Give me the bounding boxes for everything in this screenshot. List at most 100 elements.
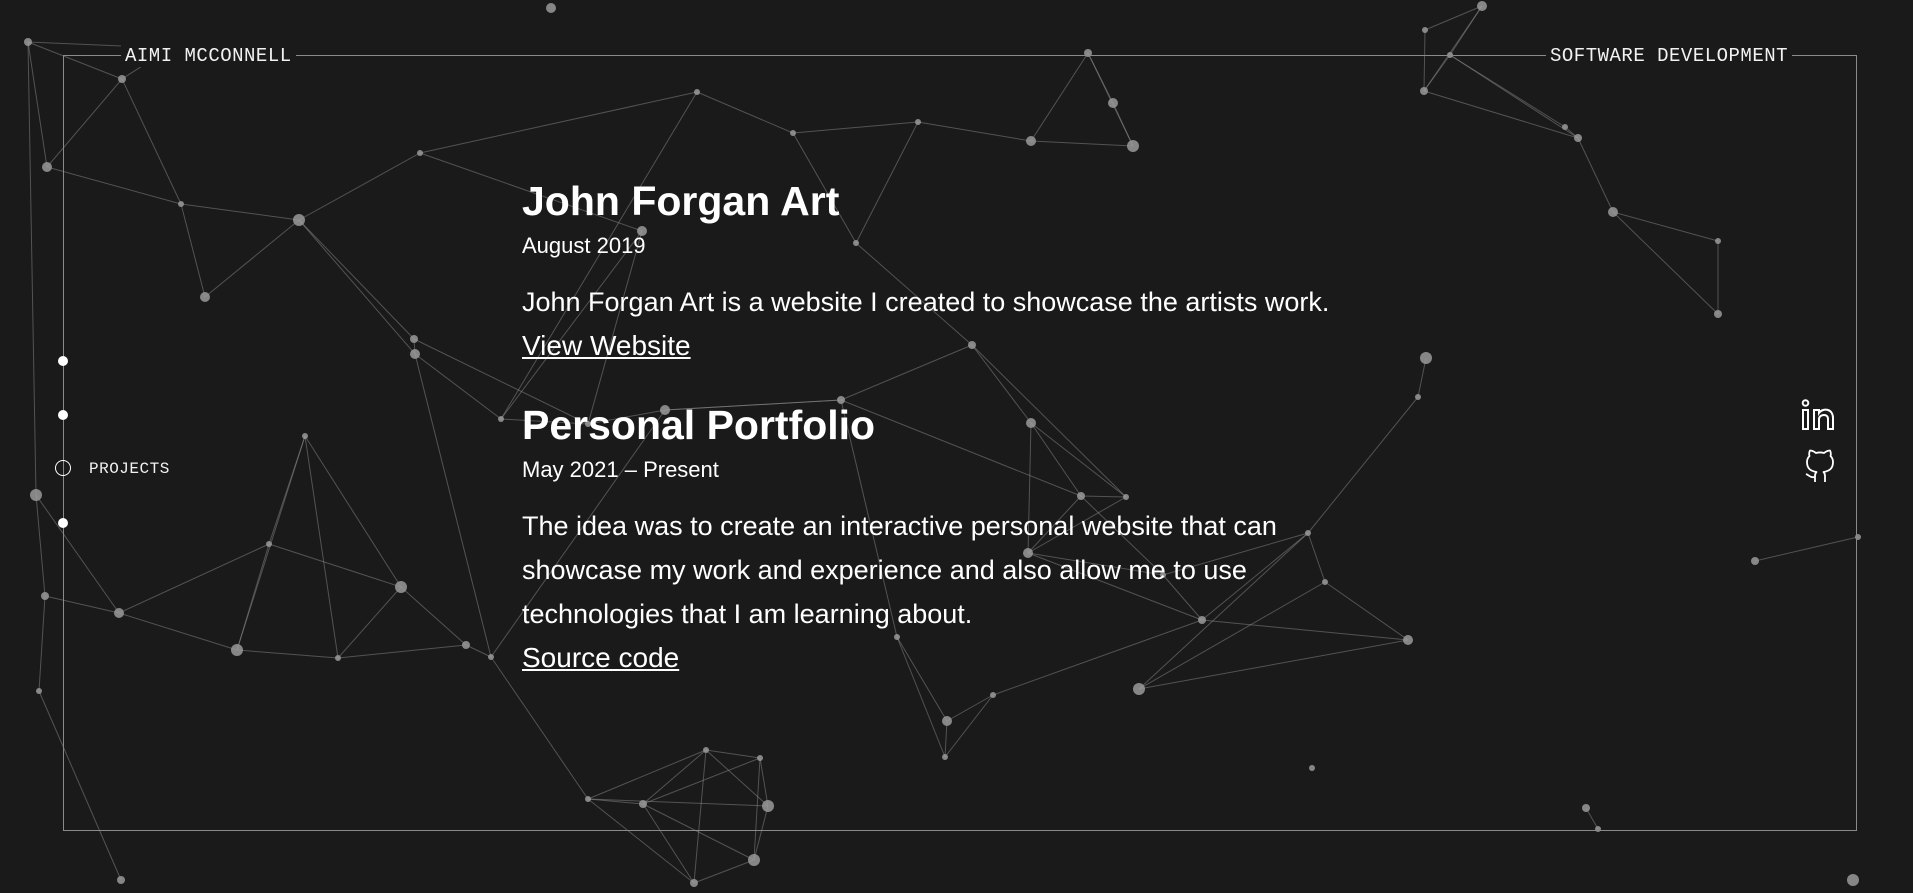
network-link [419,91,698,154]
network-node [942,716,952,726]
network-link [236,649,339,659]
social-links [1800,396,1840,496]
network-node [118,75,126,83]
network-link [180,203,300,221]
network-link [337,586,402,659]
network-link [1754,536,1859,562]
network-link [180,203,206,298]
network-node [24,38,32,46]
network-node [200,292,210,302]
nav-dot-active[interactable] [55,460,71,476]
network-link [38,595,46,692]
network-node [790,130,796,136]
network-link [1423,90,1579,139]
network-node [1608,207,1618,217]
nav-dot[interactable] [58,518,68,528]
network-link [298,152,421,221]
network-node [117,876,125,884]
network-node [462,641,470,649]
network-node [1562,124,1568,130]
project-description: The idea was to create an interactive pe… [522,511,1277,629]
project-date: August 2019 [522,233,646,258]
source-code-link[interactable]: Source code [522,636,679,680]
network-node [302,433,308,439]
network-node [41,592,49,600]
network-link [753,757,761,861]
network-link [337,644,467,659]
network-node [417,150,423,156]
network-link [1030,140,1134,147]
network-node [1751,557,1759,565]
nav-label-projects[interactable]: PROJECTS [89,460,170,478]
network-link [236,543,270,651]
network-node [178,201,184,207]
network-node [762,800,774,812]
network-node [1574,134,1582,142]
network-node [395,581,407,593]
github-icon[interactable] [1800,446,1840,486]
network-node [293,214,305,226]
view-website-link[interactable]: View Website [522,324,691,368]
network-link [118,612,238,651]
network-link [414,353,502,420]
network-node [1714,310,1722,318]
network-link [46,78,123,168]
network-link [304,435,402,588]
network-node [410,349,420,359]
network-node [690,879,698,887]
owner-name[interactable]: AIMI MCCONNELL [121,45,296,67]
network-node [1309,765,1315,771]
network-link [1612,211,1719,242]
network-link [121,78,182,205]
network-link [27,41,123,80]
network-node [1595,826,1601,832]
network-node [942,754,948,760]
network-node [1447,52,1453,58]
network-node [1582,804,1590,812]
project-description: John Forgan Art is a website I created t… [522,287,1330,317]
network-node [757,755,763,761]
network-node [748,854,760,866]
network-link [414,353,492,658]
network-link [465,644,492,658]
network-node [1477,1,1487,11]
network-link [1449,54,1579,139]
network-node [36,688,42,694]
network-node [1855,534,1861,540]
network-link [1612,211,1719,315]
projects-section: John Forgan Art August 2019 John Forgan … [522,172,1422,708]
nav-dot[interactable] [58,410,68,420]
network-link [27,41,37,496]
network-node [1422,27,1428,33]
network-link [587,798,769,807]
project-title: Personal Portfolio [522,402,876,448]
linkedin-icon[interactable] [1800,396,1840,436]
project-title: John Forgan Art [522,178,840,224]
network-link [400,586,467,646]
nav-dot[interactable] [58,356,68,366]
network-node [1084,49,1092,57]
network-link [44,595,120,614]
network-link [587,798,695,884]
network-node [703,747,709,753]
network-node [335,655,341,661]
network-link [46,166,182,205]
network-link [642,803,695,884]
network-node [1127,140,1139,152]
network-link [696,91,794,134]
network-link [304,435,339,659]
network-node [585,796,591,802]
network-link [1030,52,1089,142]
network-node [1420,87,1428,95]
network-link [204,219,300,298]
network-node [1715,238,1721,244]
network-link [917,121,1032,142]
network-link [298,219,416,355]
network-node [488,654,494,660]
network-link [792,121,919,134]
network-link [587,749,707,800]
network-node [1847,874,1859,886]
network-link [759,757,769,807]
network-link [642,749,707,805]
project-card: John Forgan Art August 2019 John Forgan … [522,172,1422,368]
